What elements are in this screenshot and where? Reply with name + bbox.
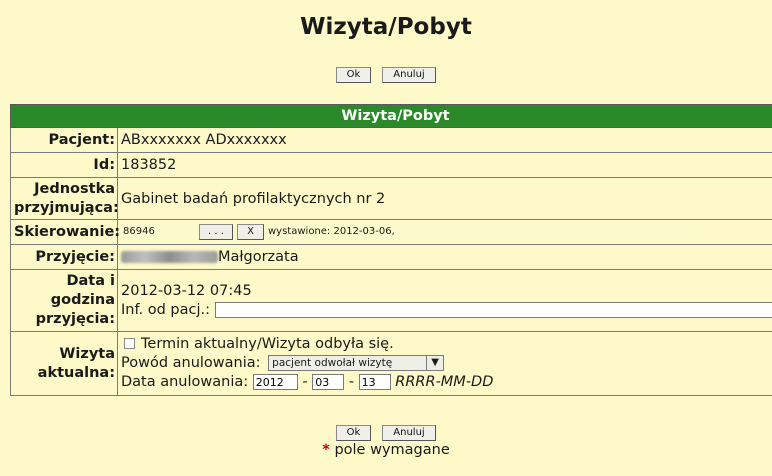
date-sep-1: - bbox=[302, 374, 308, 390]
admission-cell: Małgorzata bbox=[116, 244, 772, 270]
reason-select[interactable]: pacjent odwołał wizytę ▼ bbox=[268, 355, 445, 371]
referral-browse-button[interactable]: . . . bbox=[199, 224, 233, 240]
redacted-name bbox=[121, 251, 218, 263]
id-value: 183852 bbox=[116, 152, 772, 178]
ok-button-top[interactable]: Ok bbox=[336, 67, 371, 83]
form-header: Wizyta/Pobyt bbox=[9, 104, 772, 128]
datetime-value: 2012-03-12 07:45 bbox=[121, 282, 252, 299]
datetime-label: Data i godzina przyjęcia: bbox=[10, 269, 118, 332]
patient-info-label: Inf. od pacj.: bbox=[121, 301, 211, 318]
referral-cell: 86946 . . . Xwystawione: 2012-03-06, bbox=[116, 219, 772, 245]
reason-label: Powód anulowania: bbox=[121, 355, 261, 371]
current-visit-label: Wizyta aktualna: bbox=[10, 331, 118, 396]
required-note: * pole wymagane bbox=[0, 442, 772, 458]
cancel-button-top[interactable]: Anuluj bbox=[382, 67, 436, 83]
cancel-month-input[interactable] bbox=[312, 374, 345, 390]
checkbox-label: Termin aktualny/Wizyta odbyła się. bbox=[141, 336, 394, 352]
date-sep-2: - bbox=[348, 374, 355, 390]
reason-value: pacjent odwołał wizytę bbox=[272, 357, 393, 369]
unit-label: Jednostka przyjmująca: bbox=[10, 177, 119, 220]
cancel-year-input[interactable] bbox=[252, 374, 298, 390]
unit-value: Gabinet badań profilaktycznych nr 2 bbox=[116, 177, 772, 220]
ok-button-bottom[interactable]: Ok bbox=[336, 425, 371, 441]
date-format-hint: RRRR-MM-DD bbox=[395, 374, 494, 390]
referral-issued-text: wystawione: 2012-03-06, bbox=[266, 224, 702, 240]
referral-number: 86946 bbox=[121, 224, 193, 240]
required-star: * bbox=[322, 442, 330, 458]
patient-value: ABxxxxxxx ADxxxxxxx bbox=[116, 127, 772, 153]
current-visit-cell: Termin aktualny/Wizyta odbyła się. Powód… bbox=[116, 331, 772, 396]
referral-clear-button[interactable]: X bbox=[237, 224, 264, 240]
cancel-date-label: Data anulowania: bbox=[121, 374, 249, 390]
referral-label: Skierowanie: bbox=[10, 219, 120, 245]
admission-name: Małgorzata bbox=[218, 249, 299, 265]
page-title: Wizyta/Pobyt bbox=[300, 14, 472, 40]
patient-info-input[interactable] bbox=[214, 301, 772, 318]
visit-form: Wizyta/Pobyt Pacjent: ABxxxxxxx ADxxxxxx… bbox=[9, 104, 772, 396]
required-text: pole wymagane bbox=[329, 442, 450, 458]
chevron-down-icon: ▼ bbox=[426, 356, 444, 370]
admission-label: Przyjęcie: bbox=[10, 244, 118, 270]
cancel-day-input[interactable] bbox=[358, 374, 391, 390]
id-label: Id: bbox=[10, 152, 118, 178]
patient-label: Pacjent: bbox=[10, 127, 118, 153]
datetime-cell: 2012-03-12 07:45 Inf. od pacj.: bbox=[116, 269, 772, 332]
visit-current-checkbox[interactable] bbox=[124, 337, 135, 349]
cancel-button-bottom[interactable]: Anuluj bbox=[382, 425, 436, 441]
